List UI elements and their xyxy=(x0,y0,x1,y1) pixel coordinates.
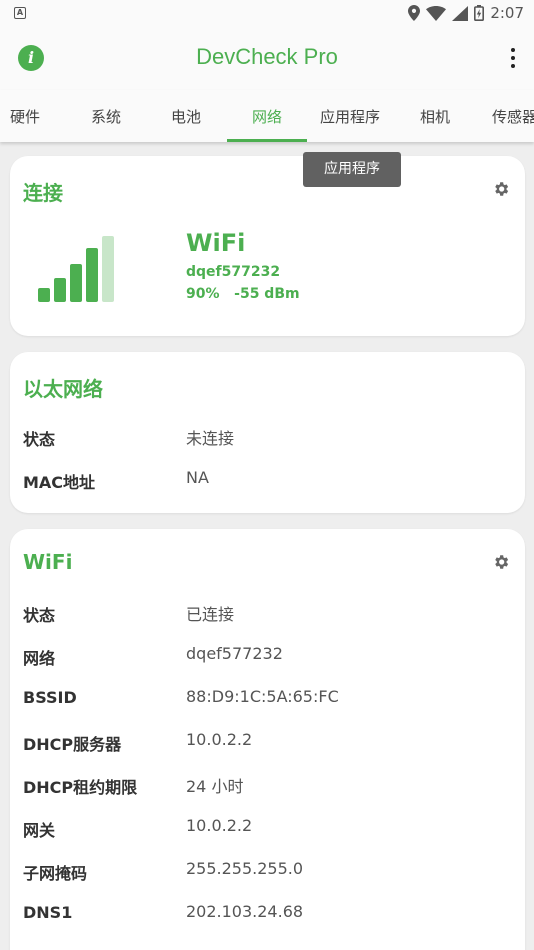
tab-apps[interactable]: 应用程序 xyxy=(320,106,380,127)
notification-icon: A xyxy=(14,7,26,19)
tab-battery[interactable]: 电池 xyxy=(171,106,201,127)
status-bar: A 2:07 xyxy=(0,0,534,28)
wifi-dhcp-server-value: 10.0.2.2 xyxy=(186,730,253,749)
wifi-dhcp-server-label: DHCP服务器 xyxy=(23,735,122,754)
connection-ssid: dqef577232 xyxy=(186,264,281,280)
wifi-gateway-label: 网关 xyxy=(23,821,56,840)
wifi-subnet-value: 255.255.255.0 xyxy=(186,859,304,878)
connection-card: 连接 WiFi dqef577232 90% -55 dBm xyxy=(10,156,525,336)
wifi-title: WiFi xyxy=(23,550,73,574)
wifi-dhcp-lease-label: DHCP租约期限 xyxy=(23,778,138,797)
wifi-bssid-value: 88:D9:1C:5A:65:FC xyxy=(186,687,339,706)
app-title: DevCheck Pro xyxy=(196,44,338,69)
wifi-network-label: 网络 xyxy=(23,649,56,668)
status-icons: 2:07 xyxy=(408,4,524,22)
gear-icon[interactable] xyxy=(492,180,510,198)
wifi-dhcp-lease-value: 24 小时 xyxy=(186,777,244,796)
status-time: 2:07 xyxy=(490,4,524,22)
tab-hardware[interactable]: 硬件 xyxy=(10,106,40,127)
tooltip: 应用程序 xyxy=(303,152,401,187)
connection-strength-row: 90% -55 dBm xyxy=(186,286,300,302)
wifi-gateway-value: 10.0.2.2 xyxy=(186,816,253,835)
wifi-dns1-value: 202.103.24.68 xyxy=(186,902,304,921)
location-icon xyxy=(408,5,421,21)
wifi-status-value: 已连接 xyxy=(186,605,235,624)
connection-title: 连接 xyxy=(23,181,63,205)
wifi-bssid-label: BSSID xyxy=(23,688,77,707)
ethernet-status-label: 状态 xyxy=(23,430,56,449)
ethernet-mac-value: NA xyxy=(186,468,209,487)
wifi-dns1-label: DNS1 xyxy=(23,903,73,922)
cell-signal-icon xyxy=(452,5,469,21)
signal-percent: 90% xyxy=(186,286,220,302)
ethernet-title: 以太网络 xyxy=(23,377,103,401)
wifi-icon xyxy=(426,5,447,21)
wifi-card: WiFi 状态 已连接 网络 dqef577232 BSSID 88:D9:1C… xyxy=(10,529,525,950)
tab-bar: 硬件 系统 电池 网络 应用程序 相机 传感器 xyxy=(0,90,534,142)
signal-strength-icon xyxy=(38,236,118,302)
tab-sensors[interactable]: 传感器 xyxy=(492,106,534,127)
battery-icon xyxy=(474,5,485,21)
tab-camera[interactable]: 相机 xyxy=(420,106,450,127)
signal-dbm: -55 dBm xyxy=(234,286,300,302)
wifi-network-value: dqef577232 xyxy=(186,644,283,663)
ethernet-status-value: 未连接 xyxy=(186,429,235,448)
connection-type: WiFi xyxy=(186,229,246,257)
wifi-status-label: 状态 xyxy=(23,606,56,625)
gear-icon[interactable] xyxy=(492,553,510,571)
ethernet-card: 以太网络 状态 未连接 MAC地址 NA xyxy=(10,352,525,513)
tab-system[interactable]: 系统 xyxy=(91,106,121,127)
tab-network[interactable]: 网络 xyxy=(252,106,282,127)
tab-indicator xyxy=(227,139,307,142)
more-vert-icon[interactable] xyxy=(510,48,516,68)
ethernet-mac-label: MAC地址 xyxy=(23,473,96,492)
wifi-subnet-label: 子网掩码 xyxy=(23,864,88,883)
app-bar: i DevCheck Pro xyxy=(0,28,534,90)
